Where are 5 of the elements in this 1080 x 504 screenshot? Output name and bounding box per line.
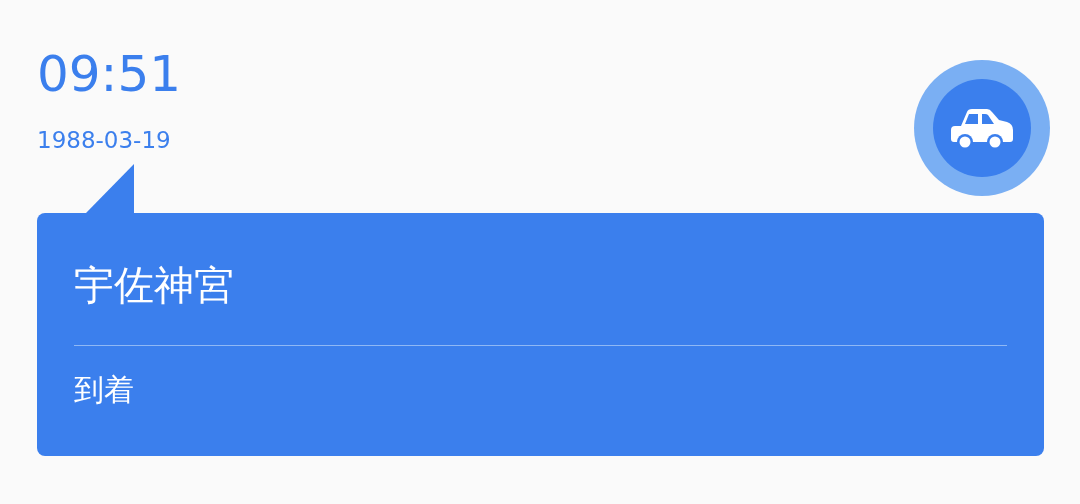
date-text: 1988-03-19 [37,126,171,154]
event-title: 宇佐神宮 [74,261,235,310]
time-text: 09:51 [37,44,182,105]
car-icon [951,106,1013,150]
event-status: 到着 [74,371,135,409]
